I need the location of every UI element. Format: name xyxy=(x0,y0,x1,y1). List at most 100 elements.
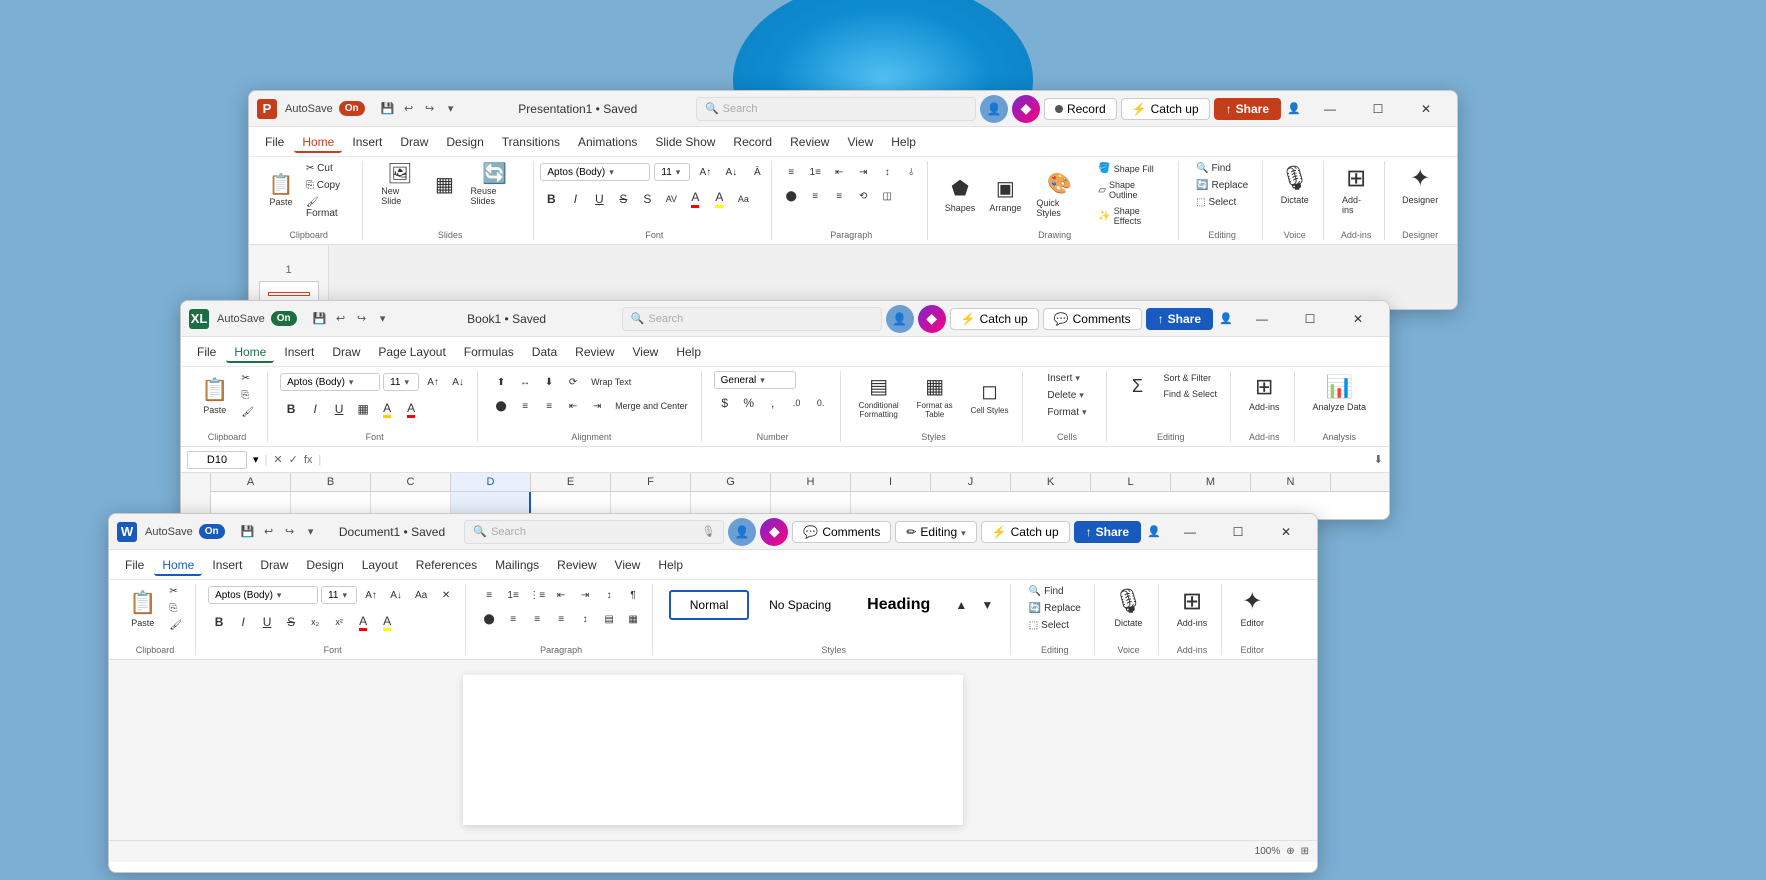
word-minimize-btn[interactable]: — xyxy=(1167,517,1213,547)
xl-col-f[interactable]: F xyxy=(611,473,691,491)
ppt-replace-btn[interactable]: 🔄 Replace xyxy=(1191,178,1253,193)
xl-menu-data[interactable]: Data xyxy=(524,341,565,363)
ppt-format-painter-btn[interactable]: 🖌 Format xyxy=(301,195,354,221)
word-editing-btn[interactable]: ✏ Editing xyxy=(895,521,976,543)
ppt-find-btn[interactable]: 🔍 Find xyxy=(1191,161,1253,176)
word-menu-review[interactable]: Review xyxy=(549,554,604,576)
ppt-grow-font-btn[interactable]: A↑ xyxy=(694,161,716,183)
word-superscript-btn[interactable]: x² xyxy=(328,611,350,633)
ppt-text-dir-btn[interactable]: ⟲ xyxy=(852,185,874,207)
xl-left-align-btn[interactable]: ⬤ xyxy=(490,395,512,417)
word-menu-design[interactable]: Design xyxy=(298,554,351,576)
xl-menu-review[interactable]: Review xyxy=(567,341,622,363)
xl-insert-fn-btn[interactable]: fx xyxy=(304,454,313,466)
xl-catch-up-btn[interactable]: ⚡ Catch up xyxy=(950,308,1039,330)
xl-share-btn[interactable]: ↑ Share xyxy=(1146,308,1213,330)
ppt-bold-btn[interactable]: B xyxy=(540,188,562,210)
ppt-user-avatar[interactable]: 👤 xyxy=(980,95,1008,123)
ppt-designer-btn[interactable]: ✦ Designer xyxy=(1396,161,1444,208)
xl-format-painter-btn[interactable]: 🖌 xyxy=(236,405,259,420)
word-center-btn[interactable]: ≡ xyxy=(502,608,524,630)
word-search-box[interactable]: 🔍 Search 🎙 xyxy=(464,520,724,544)
xl-cancel-btn[interactable]: ✕ xyxy=(273,453,282,466)
ppt-undo-btn[interactable]: ↩ xyxy=(400,100,418,118)
xl-decrease-dec-btn[interactable]: 0. xyxy=(810,392,832,414)
xl-col-n[interactable]: N xyxy=(1251,473,1331,491)
word-select-btn[interactable]: ⬚ Select xyxy=(1024,618,1086,633)
word-strikethrough-btn[interactable]: S xyxy=(280,611,302,633)
xl-cell-ref[interactable]: D10 xyxy=(187,451,247,469)
ppt-menu-home[interactable]: Home xyxy=(294,131,342,153)
xl-copy-btn[interactable]: ⎘ xyxy=(236,388,259,403)
ppt-quick-styles-btn[interactable]: 🎨 Quick Styles xyxy=(1030,168,1089,221)
word-align-left-btn[interactable]: ⬤ xyxy=(478,608,500,630)
xl-search-box[interactable]: 🔍 Search xyxy=(622,307,882,331)
word-redo-btn[interactable]: ↪ xyxy=(281,523,299,541)
ppt-search-box[interactable]: 🔍 Search xyxy=(696,97,976,121)
word-subscript-btn[interactable]: x₂ xyxy=(304,611,326,633)
xl-col-i[interactable]: I xyxy=(851,473,931,491)
xl-find-select-btn[interactable]: Find & Select xyxy=(1158,387,1222,401)
ppt-gem-btn[interactable]: ◆ xyxy=(1012,95,1040,123)
ppt-cut-btn[interactable]: ✂ Cut xyxy=(301,161,354,176)
ppt-shapes-btn[interactable]: ⬟ Shapes xyxy=(940,173,981,216)
xl-col-j[interactable]: J xyxy=(931,473,1011,491)
xl-col-d[interactable]: D xyxy=(451,473,531,491)
word-para-marks-btn[interactable]: ¶ xyxy=(622,584,644,606)
xl-gem-btn[interactable]: ◆ xyxy=(918,305,946,333)
xl-analyze-btn[interactable]: 📊 Analyze Data xyxy=(1307,371,1373,415)
xl-delete-btn[interactable]: Delete xyxy=(1042,388,1091,403)
ppt-menu-review[interactable]: Review xyxy=(782,131,837,153)
xl-align-bottom-btn[interactable]: ⬇ xyxy=(538,371,560,393)
xl-font-selector[interactable]: Aptos (Body) xyxy=(280,373,380,391)
xl-menu-pagelayout[interactable]: Page Layout xyxy=(370,341,453,363)
ppt-convert-smartart-btn[interactable]: ◫ xyxy=(876,185,898,207)
xl-user-avatar[interactable]: 👤 xyxy=(886,305,914,333)
ppt-shape-fill-btn[interactable]: 🪣 Shape Fill xyxy=(1093,161,1169,176)
xl-right-align-btn[interactable]: ≡ xyxy=(538,395,560,417)
xl-col-h[interactable]: H xyxy=(771,473,851,491)
ppt-menu-design[interactable]: Design xyxy=(438,131,491,153)
xl-font-color-btn[interactable]: A xyxy=(400,398,422,420)
xl-col-a[interactable]: A xyxy=(211,473,291,491)
word-gem-btn[interactable]: ◆ xyxy=(760,518,788,546)
word-underline-btn[interactable]: U xyxy=(256,611,278,633)
xl-font-size[interactable]: 11 xyxy=(383,373,419,391)
word-maximize-btn[interactable]: ☐ xyxy=(1215,517,1261,547)
word-replace-btn[interactable]: 🔄 Replace xyxy=(1024,601,1086,616)
word-italic-btn[interactable]: I xyxy=(232,611,254,633)
xl-autosave-toggle[interactable]: On xyxy=(271,311,297,326)
xl-customize-btn[interactable]: ▾ xyxy=(374,310,392,328)
word-styles-scroll-down[interactable]: ▼ xyxy=(976,594,998,616)
xl-align-mid-btn[interactable]: ↔ xyxy=(514,371,536,393)
ppt-menu-draw[interactable]: Draw xyxy=(392,131,436,153)
xl-cell-styles-btn[interactable]: ◻ Cell Styles xyxy=(965,376,1015,418)
ppt-copy-btn[interactable]: ⎘ Copy xyxy=(301,178,354,193)
xl-menu-draw[interactable]: Draw xyxy=(324,341,368,363)
ppt-maximize-btn[interactable]: ☐ xyxy=(1355,94,1401,124)
word-dictate-btn[interactable]: 🎙 Dictate xyxy=(1107,584,1149,631)
xl-percent-btn[interactable]: % xyxy=(738,392,760,414)
ppt-columns-btn[interactable]: ⫰ xyxy=(900,161,922,183)
ppt-close-btn[interactable]: ✕ xyxy=(1403,94,1449,124)
xl-center-align-btn[interactable]: ≡ xyxy=(514,395,536,417)
xl-format-btn[interactable]: Format xyxy=(1042,405,1091,420)
word-menu-home[interactable]: Home xyxy=(154,554,202,576)
ppt-char-spacing-btn[interactable]: AV xyxy=(660,188,682,210)
word-menu-draw[interactable]: Draw xyxy=(252,554,296,576)
word-style-normal[interactable]: Normal xyxy=(669,590,749,620)
ppt-shadow-btn[interactable]: S xyxy=(636,188,658,210)
ppt-font-size[interactable]: 11 xyxy=(654,163,690,181)
ppt-align-right-btn[interactable]: ≡ xyxy=(828,185,850,207)
ppt-menu-help[interactable]: Help xyxy=(883,131,924,153)
xl-currency-btn[interactable]: $ xyxy=(714,392,736,414)
ppt-align-center-btn[interactable]: ≡ xyxy=(804,185,826,207)
xl-addins-btn[interactable]: ⊞ Add-ins xyxy=(1243,371,1286,415)
xl-paste-btn[interactable]: 📋 Paste xyxy=(195,374,234,418)
xl-close-btn[interactable]: ✕ xyxy=(1335,304,1381,334)
word-help-btn[interactable]: 👤 xyxy=(1145,523,1163,541)
word-multilevel-btn[interactable]: ⋮≡ xyxy=(526,584,548,606)
word-menu-view[interactable]: View xyxy=(607,554,649,576)
word-style-nospacing[interactable]: No Spacing xyxy=(753,590,847,620)
ppt-font-selector[interactable]: Aptos (Body) xyxy=(540,163,650,181)
